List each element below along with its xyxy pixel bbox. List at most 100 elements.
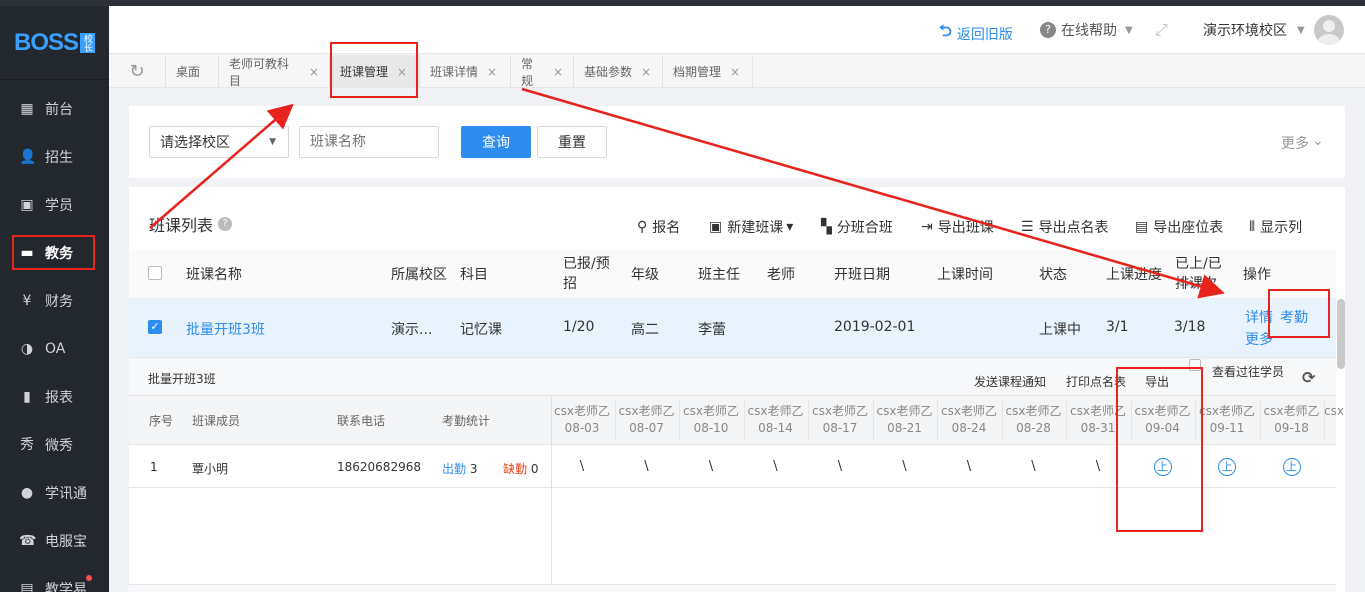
date-label: 08-10 xyxy=(693,421,729,435)
sidebar-item[interactable]: 秀微秀 xyxy=(0,421,109,469)
send-notice-button[interactable]: 发送课程通知 xyxy=(974,373,1046,390)
attendance-cell-past[interactable]: \ xyxy=(830,459,850,474)
sidebar-item[interactable]: ¥ 财务 xyxy=(0,277,109,325)
toolbar-button[interactable]: ⚲ 报名 xyxy=(637,217,680,237)
date-teacher: csx老师乙 xyxy=(747,404,804,418)
attendance-cell-past[interactable]: \ xyxy=(701,459,721,474)
attendance-cell-scheduled-icon[interactable]: 上 xyxy=(1218,458,1236,476)
sidebar-item[interactable]: ◑ OA xyxy=(0,325,109,373)
sidebar-item[interactable]: ▣ 学员 xyxy=(0,181,109,229)
date-teacher: csx老师乙 xyxy=(554,404,610,418)
tab[interactable]: 班课详情 × xyxy=(420,55,511,88)
date-column-header: csx老师乙 08-21 xyxy=(873,403,937,437)
sync-icon[interactable]: ⟳ xyxy=(1302,368,1315,387)
attendance-cell-past[interactable]: \ xyxy=(1024,459,1044,474)
refresh-icon[interactable]: ↻ xyxy=(109,55,166,88)
close-icon[interactable]: × xyxy=(553,65,563,79)
sidebar-item[interactable]: ☎ 电服宝 xyxy=(0,517,109,565)
column-header: 开班日期 xyxy=(834,267,890,283)
attendance-class-title: 批量开班3班 xyxy=(148,372,216,386)
row-start-date: 2019-02-01 xyxy=(834,319,916,335)
close-icon[interactable]: × xyxy=(641,65,651,79)
campus-switcher[interactable]: 演示环境校区 ▼ xyxy=(1203,20,1305,40)
attendance-cell-past[interactable]: \ xyxy=(895,459,915,474)
toolbar-button-label: 报名 xyxy=(652,220,681,236)
date-label: 08-14 xyxy=(758,421,793,435)
close-icon[interactable]: × xyxy=(730,65,740,79)
online-help-menu[interactable]: ? 在线帮助 ▼ xyxy=(1040,20,1133,40)
avatar[interactable] xyxy=(1314,15,1344,45)
date-teacher: csx老师乙 xyxy=(941,404,997,418)
row-checkbox[interactable]: ✓ xyxy=(148,320,162,334)
toolbar-button[interactable]: ▚ 分班合班 xyxy=(821,217,893,237)
attendance-cell-past[interactable]: \ xyxy=(637,459,657,474)
sidebar-item[interactable]: ▦ 前台 xyxy=(0,85,109,133)
table-row[interactable] xyxy=(129,299,1336,357)
column-header: 上课进度 xyxy=(1106,267,1162,283)
toolbar-button[interactable]: ▣ 新建班课 ▾ xyxy=(709,217,793,237)
close-icon[interactable]: × xyxy=(487,65,497,79)
chevron-down-icon: ▾ xyxy=(786,219,794,235)
attendance-cell-past[interactable]: \ xyxy=(572,459,592,474)
close-icon[interactable]: × xyxy=(309,65,319,79)
date-column-header-clipped: csx老师乙 xyxy=(1324,403,1344,420)
sidebar-item[interactable]: ▤ 教学易 xyxy=(0,565,109,592)
attendance-cell-past[interactable]: \ xyxy=(766,459,786,474)
column-header: 操作 xyxy=(1243,267,1271,283)
show-icon: 秀 xyxy=(20,437,34,453)
attendance-cell-past[interactable]: \ xyxy=(1088,459,1108,474)
toolbar-button-label: 显示列 xyxy=(1260,220,1303,236)
tab-label: 常规 xyxy=(521,56,534,88)
date-label: 08-03 xyxy=(564,421,600,435)
question-icon[interactable]: ? xyxy=(218,217,233,231)
row-grade: 高二 xyxy=(631,322,659,338)
teach-icon: ▤ xyxy=(20,581,34,592)
sidebar-item-label: 报表 xyxy=(45,390,73,406)
tab[interactable]: 基础参数 × xyxy=(574,55,663,88)
campus-select[interactable]: 请选择校区 ▼ xyxy=(149,126,289,158)
toolbar-button[interactable]: ☰ 导出点名表 xyxy=(1021,217,1109,237)
class-name-link[interactable]: 批量开班3班 xyxy=(186,319,265,339)
back-old-version-link[interactable]: ⮌ 返回旧版 xyxy=(939,20,1013,47)
oa-icon: ◑ xyxy=(20,341,34,357)
tab[interactable]: 档期管理 × xyxy=(663,55,753,88)
scrollbar[interactable] xyxy=(1337,299,1345,369)
column-header: 年级 xyxy=(631,267,659,283)
show-past-label: 查看过往学员 xyxy=(1212,365,1285,379)
sidebar-item[interactable]: ● 学讯通 xyxy=(0,469,109,517)
date-label: 09-11 xyxy=(1209,421,1245,435)
return-icon: ⮌ xyxy=(939,21,952,40)
toolbar-button[interactable]: ⦀ 显示列 xyxy=(1249,217,1302,237)
tab[interactable]: 桌面 xyxy=(166,55,219,88)
header: ⮌ 返回旧版 ? 在线帮助 ▼ ⤢ 演示环境校区 ▼ xyxy=(109,6,1365,54)
class-name-input[interactable] xyxy=(299,126,439,158)
logo[interactable]: BOSS 校长 xyxy=(0,6,109,80)
select-all-checkbox[interactable] xyxy=(148,266,162,280)
sidebar-item-label: 微秀 xyxy=(45,438,73,454)
phone-icon: ☎ xyxy=(19,533,37,549)
sidebar-item-label: 招生 xyxy=(45,150,73,166)
date-column-header: csx老师乙 09-18 xyxy=(1260,403,1324,437)
tab-label: 班课详情 xyxy=(430,65,479,79)
calendar-icon: ▦ xyxy=(20,101,34,117)
date-teacher: csx老师乙 xyxy=(683,404,739,418)
toolbar-button-label: 导出座位表 xyxy=(1153,220,1224,236)
attendance-cell-scheduled-icon[interactable]: 上 xyxy=(1282,458,1301,476)
tab[interactable]: 老师可教科目 × xyxy=(219,55,330,88)
highlight-tab-box xyxy=(330,42,418,98)
help-icon: ? xyxy=(1040,22,1056,38)
fullscreen-icon[interactable]: ⤢ xyxy=(1155,20,1168,40)
more-filter-toggle[interactable]: 更多 ⌄ xyxy=(1281,133,1324,153)
sidebar-item-label: 学员 xyxy=(45,198,73,214)
date-teacher: csx老师乙 xyxy=(1005,404,1062,418)
attendance-cell-past[interactable]: \ xyxy=(959,459,979,474)
sidebar-item[interactable]: ▮ 报表 xyxy=(0,373,109,421)
toolbar-button[interactable]: ▤ 导出座位表 xyxy=(1135,217,1223,237)
tab[interactable]: 常规 × xyxy=(511,55,574,88)
toolbar-button[interactable]: ⇥ 导出班课 xyxy=(921,217,994,237)
sidebar-item[interactable]: 👤 招生 xyxy=(0,133,109,181)
query-button[interactable]: 查询 xyxy=(461,126,531,158)
reset-button[interactable]: 重置 xyxy=(537,126,607,158)
highlight-nav-box xyxy=(12,235,95,270)
divider xyxy=(551,445,552,585)
